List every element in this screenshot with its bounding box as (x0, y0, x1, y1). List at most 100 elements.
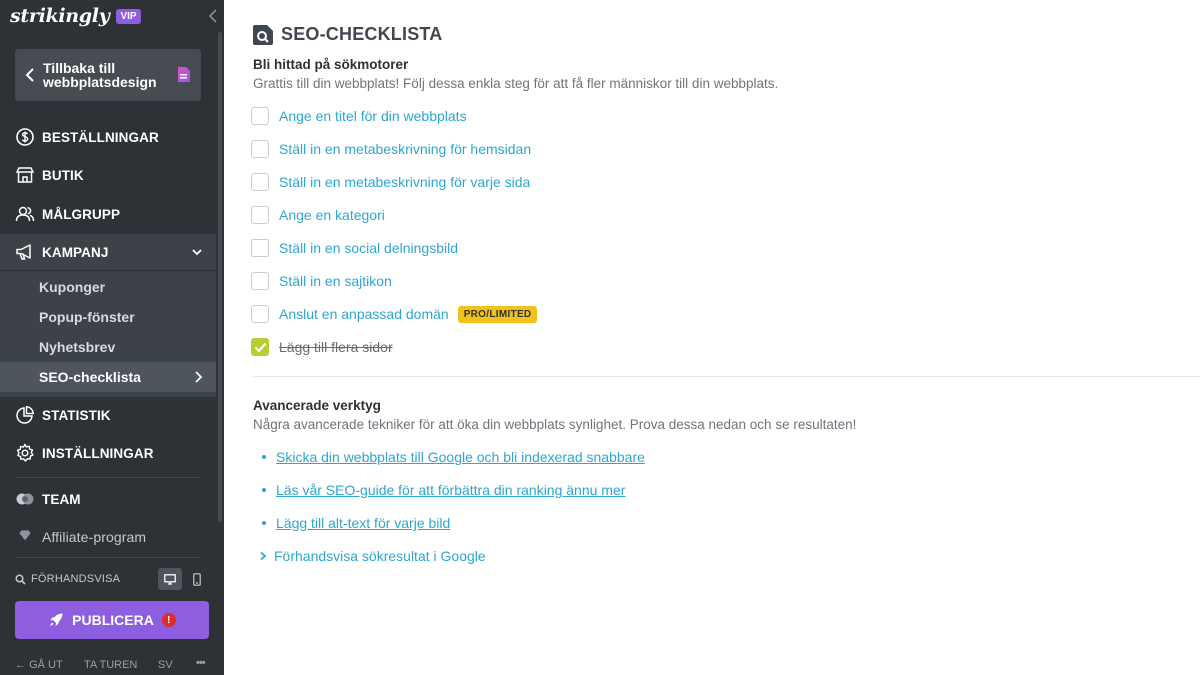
rocket-icon (49, 613, 63, 627)
exit-label: GÅ UT (29, 659, 63, 671)
sub-item-newsletter[interactable]: Nyhetsbrev (0, 332, 216, 362)
back-button-label: Tillbaka till webbplatsdesign (43, 60, 157, 90)
sub-item-newsletter-label: Nyhetsbrev (39, 339, 116, 355)
strikingly-logo[interactable]: strikingly (10, 5, 110, 27)
desktop-icon (164, 573, 176, 585)
advanced-link-label[interactable]: Skicka din webbplats till Google och bli… (276, 449, 645, 465)
checklist-item-label[interactable]: Anslut en anpassad domän (279, 306, 449, 322)
advanced-link-alt-text[interactable]: Lägg till alt-text för varje bild (262, 515, 450, 531)
preview-google-toggle[interactable]: Förhandsvisa sökresultat i Google (259, 548, 486, 564)
pie-chart-icon (16, 406, 34, 424)
pro-limited-badge: PRO/LIMITED (457, 305, 538, 323)
chevron-down-icon (192, 249, 202, 256)
checklist-item-label[interactable]: Ställ in en sajtikon (279, 273, 392, 289)
more-options-icon[interactable]: ••• (196, 657, 206, 669)
checklist-item-label[interactable]: Ange en kategori (279, 207, 385, 223)
team-icon (16, 493, 34, 505)
bullet-icon (262, 521, 266, 525)
nav-team-label: TEAM (42, 491, 81, 507)
megaphone-icon (16, 244, 31, 260)
checkbox[interactable] (251, 140, 269, 158)
advanced-link-label[interactable]: Lägg till alt-text för varje bild (276, 515, 450, 531)
checklist-item[interactable]: Ställ in en metabeskrivning för varje si… (251, 172, 530, 192)
nav-store[interactable]: BUTIK (0, 157, 216, 193)
nav-campaign-label: KAMPANJ (42, 244, 109, 260)
design-document-icon (178, 67, 190, 82)
sub-item-popup[interactable]: Popup-fönster (0, 302, 216, 332)
publish-label: PUBLICERA (72, 612, 154, 628)
main-content: SEO-CHECKLISTA Bli hittad på sökmotorer … (224, 0, 1200, 675)
search-icon (15, 573, 26, 585)
checkbox[interactable] (251, 107, 269, 125)
advanced-link-label[interactable]: Läs vår SEO-guide för att förbättra din … (276, 482, 625, 498)
nav-campaign[interactable]: KAMPANJ (0, 234, 216, 270)
nav-affiliate[interactable]: Affiliate-program (0, 520, 216, 550)
chevron-right-icon (195, 371, 203, 383)
exit-link[interactable]: ← GÅ UT (15, 659, 63, 671)
checklist-item-label: Lägg till flera sidor (279, 339, 393, 355)
preview-desktop-button[interactable] (158, 568, 182, 590)
gear-icon (16, 443, 34, 462)
checklist-item-done[interactable]: Lägg till flera sidor (251, 337, 393, 357)
checkbox[interactable] (251, 239, 269, 257)
chevron-left-icon (25, 68, 34, 82)
checklist-item-label[interactable]: Ställ in en social delningsbild (279, 240, 458, 256)
bullet-icon (262, 488, 266, 492)
tour-link[interactable]: TA TUREN (84, 659, 137, 671)
sub-item-seo-checklist[interactable]: SEO-checklista (0, 362, 216, 392)
mobile-icon (193, 572, 201, 586)
back-to-design-button[interactable]: Tillbaka till webbplatsdesign (15, 49, 201, 101)
section-divider (253, 376, 1200, 377)
store-icon (15, 167, 35, 183)
vip-badge: VIP (116, 8, 141, 24)
preview-row: FÖRHANDSVISA (15, 568, 210, 590)
checklist-item[interactable]: Ange en kategori (251, 205, 385, 225)
sidebar-divider (15, 477, 201, 478)
sub-item-coupons-label: Kuponger (39, 279, 106, 295)
nav-store-label: BUTIK (42, 167, 84, 183)
publish-alert-icon: ! (161, 613, 176, 627)
page-title: SEO-CHECKLISTA (281, 24, 443, 44)
checklist-item[interactable]: Ställ in en sajtikon (251, 271, 392, 291)
checklist-item-label[interactable]: Ställ in en metabeskrivning för hemsidan (279, 141, 531, 157)
nav-settings[interactable]: INSTÄLLNINGAR (0, 435, 216, 471)
sub-item-seo-label: SEO-checklista (39, 369, 141, 385)
preview-label[interactable]: FÖRHANDSVISA (31, 573, 120, 585)
checkbox[interactable] (251, 305, 269, 323)
nav-orders-label: BESTÄLLNINGAR (42, 129, 159, 145)
preview-mobile-button[interactable] (185, 568, 209, 590)
sidebar-scrollbar[interactable] (218, 32, 222, 522)
chevron-right-icon (260, 551, 267, 561)
publish-button[interactable]: PUBLICERA ! (15, 601, 209, 639)
sub-item-coupons[interactable]: Kuponger (0, 272, 216, 302)
dollar-circle-icon (16, 128, 34, 146)
checklist-item[interactable]: Ange en titel för din webbplats (251, 106, 467, 126)
collapse-sidebar-icon[interactable] (207, 8, 219, 24)
nav-audience-label: MÅLGRUPP (42, 206, 121, 222)
checklist-item[interactable]: Anslut en anpassad domän PRO/LIMITED (251, 304, 538, 324)
nav-settings-label: INSTÄLLNINGAR (42, 445, 154, 461)
sidebar: strikingly VIP Tillbaka till webbplatsde… (0, 0, 224, 675)
checklist-item[interactable]: Ställ in en social delningsbild (251, 238, 458, 258)
sidebar-divider-2 (15, 557, 201, 558)
nav-orders[interactable]: BESTÄLLNINGAR (0, 119, 216, 155)
nav-affiliate-label: Affiliate-program (42, 529, 147, 545)
checklist-item[interactable]: Ställ in en metabeskrivning för hemsidan (251, 139, 531, 159)
checkbox[interactable] (251, 272, 269, 290)
checkbox[interactable] (251, 173, 269, 191)
language-link[interactable]: SV (158, 659, 173, 671)
checklist-item-label[interactable]: Ställ in en metabeskrivning för varje si… (279, 174, 530, 190)
nav-team[interactable]: TEAM (0, 481, 216, 517)
checklist-item-label[interactable]: Ange en titel för din webbplats (279, 108, 467, 124)
nav-audience[interactable]: MÅLGRUPP (0, 196, 216, 232)
preview-google-label[interactable]: Förhandsvisa sökresultat i Google (274, 548, 486, 564)
sidebar-footer: ← GÅ UT TA TUREN SV ••• (15, 657, 210, 673)
found-description: Grattis till din webbplats! Följ dessa e… (253, 76, 779, 91)
advanced-link-google[interactable]: Skicka din webbplats till Google och bli… (262, 449, 645, 465)
advanced-description: Några avancerade tekniker för att öka di… (253, 417, 857, 432)
checkbox[interactable] (251, 206, 269, 224)
nav-statistics[interactable]: STATISTIK (0, 397, 216, 433)
checkbox-checked[interactable] (251, 338, 269, 356)
campaign-submenu: Kuponger Popup-fönster Nyhetsbrev SEO-ch… (0, 271, 216, 397)
advanced-link-seo-guide[interactable]: Läs vår SEO-guide för att förbättra din … (262, 482, 625, 498)
